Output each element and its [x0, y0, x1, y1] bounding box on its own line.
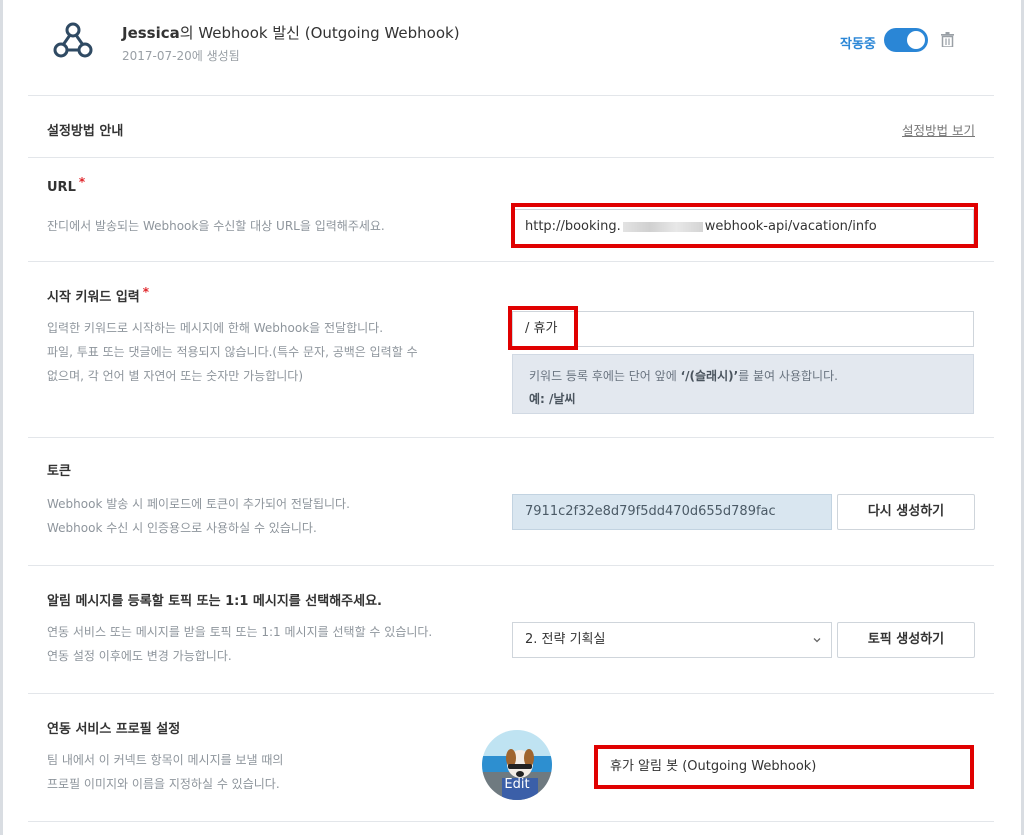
profile-avatar[interactable]: Edit: [482, 730, 552, 800]
title-rest: 의 Webhook 발신 (Outgoing Webhook): [179, 24, 460, 42]
keyword-desc-line-1: 입력한 키워드로 시작하는 메시지에 한해 Webhook을 전달합니다.: [47, 321, 384, 335]
url-title-text: URL: [47, 180, 76, 195]
hint-example: 예: /날씨: [529, 392, 576, 406]
keyword-desc-line-2: 파일, 투표 또는 댓글에는 적용되지 않습니다.(특수 문자, 공백은 입력할…: [47, 345, 418, 359]
topic-description: 연동 서비스 또는 메시지를 받을 토픽 또는 1:1 메시지를 선택할 수 있…: [47, 620, 432, 668]
webhook-title: Jessica의 Webhook 발신 (Outgoing Webhook): [122, 22, 460, 43]
keyword-description: 입력한 키워드로 시작하는 메시지에 한해 Webhook을 전달합니다. 파일…: [47, 316, 418, 388]
trash-icon[interactable]: [941, 32, 954, 47]
create-topic-button[interactable]: 토픽 생성하기: [837, 622, 975, 658]
url-description: 잔디에서 발송되는 Webhook을 수신할 대상 URL을 입력해주세요.: [47, 219, 385, 233]
keyword-hint: 키워드 등록 후에는 단어 앞에 ‘/(슬래시)’를 붙여 사용합니다. 예: …: [512, 354, 974, 414]
hint-line-2: 예: /날씨: [529, 388, 957, 411]
avatar-edit-label: Edit: [504, 777, 530, 792]
guide-section: 설정방법 안내 설정방법 보기: [28, 96, 994, 158]
guide-link[interactable]: 설정방법 보기: [902, 120, 975, 139]
regenerate-token-button[interactable]: 다시 생성하기: [837, 494, 975, 530]
hint-text-end: 를 붙여 사용합니다.: [738, 369, 838, 383]
toggle-knob: [907, 31, 925, 49]
profile-desc-line-2: 프로필 이미지와 이름을 지정하실 수 있습니다.: [47, 777, 280, 791]
keyword-title: 시작 키워드 입력 *: [47, 285, 150, 305]
token-field[interactable]: 7911c2f32e8d79f5dd470d655d789fac: [512, 494, 832, 530]
token-desc-line-2: Webhook 수신 시 인증용으로 사용하실 수 있습니다.: [47, 521, 317, 535]
keyword-desc-line-3: 없으며, 각 언어 별 자연어 또는 숫자만 가능합니다): [47, 369, 303, 383]
required-mark: *: [142, 285, 150, 299]
profile-desc-line-1: 팀 내에서 이 커넥트 항목이 메시지를 보낼 때의: [47, 753, 284, 767]
guide-title: 설정방법 안내: [47, 124, 124, 139]
profile-description: 팀 내에서 이 커넥트 항목이 메시지를 보낼 때의 프로필 이미지와 이름을 …: [47, 748, 283, 796]
webhook-icon: [53, 22, 93, 58]
webhook-header: Jessica의 Webhook 발신 (Outgoing Webhook) 2…: [28, 0, 994, 96]
keyword-input[interactable]: / 휴가: [512, 311, 974, 347]
status-label: 작동중: [840, 37, 876, 52]
required-mark: *: [78, 175, 86, 189]
selected-topic: 2. 전략 기획실: [525, 632, 606, 647]
hint-bold: ‘/(슬래시)’: [680, 369, 739, 383]
url-highlight: [511, 203, 978, 248]
hint-text: 키워드 등록 후에는 단어 앞에: [529, 369, 681, 383]
token-title: 토큰: [47, 464, 71, 479]
keyword-title-text: 시작 키워드 입력: [47, 290, 140, 305]
url-title: URL *: [47, 175, 85, 195]
profile-title: 연동 서비스 프로필 설정: [47, 722, 181, 737]
token-description: Webhook 발송 시 페이로드에 토큰이 추가되어 전달됩니다. Webho…: [47, 492, 350, 540]
chevron-down-icon: [813, 638, 821, 643]
owner-name: Jessica: [122, 24, 180, 42]
webhook-title-block: Jessica의 Webhook 발신 (Outgoing Webhook) 2…: [122, 22, 460, 64]
topic-desc-line-1: 연동 서비스 또는 메시지를 받을 토픽 또는 1:1 메시지를 선택할 수 있…: [47, 625, 433, 639]
topic-title: 알림 메시지를 등록할 토픽 또는 1:1 메시지를 선택해주세요.: [47, 594, 382, 609]
left-frame: [0, 0, 3, 835]
hint-line-1: 키워드 등록 후에는 단어 앞에 ‘/(슬래시)’를 붙여 사용합니다.: [529, 365, 957, 388]
active-toggle[interactable]: [884, 28, 928, 52]
keyword-highlight: [508, 306, 578, 350]
bot-name-highlight: [594, 745, 974, 789]
token-desc-line-1: Webhook 발송 시 페이로드에 토큰이 추가되어 전달됩니다.: [47, 497, 350, 511]
topic-select[interactable]: 2. 전략 기획실: [512, 622, 832, 658]
created-date: 2017-07-20에 생성됨: [122, 49, 240, 63]
topic-desc-line-2: 연동 설정 이후에도 변경 가능합니다.: [47, 649, 232, 663]
